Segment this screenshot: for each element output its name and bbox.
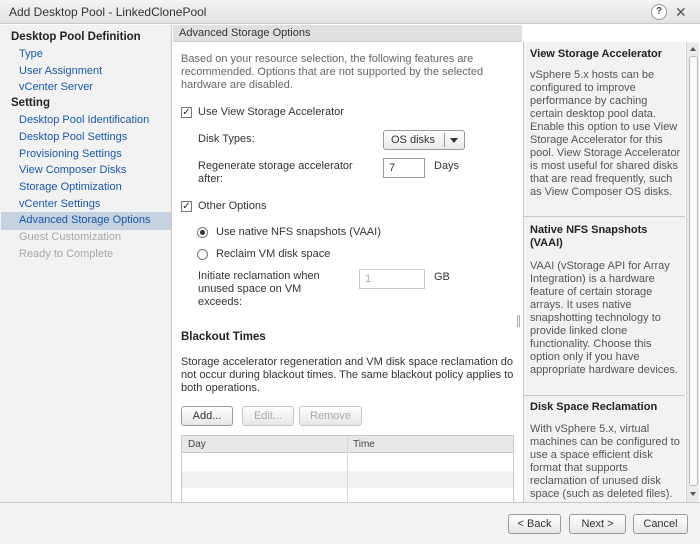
splitter-handle[interactable] — [517, 315, 520, 327]
chevron-down-icon — [450, 138, 458, 143]
intro-text: Based on your resource selection, the fo… — [181, 53, 484, 91]
window-title: Add Desktop Pool - LinkedClonePool — [9, 5, 207, 19]
other-options-label: Other Options — [198, 200, 267, 212]
nav-item-pool-settings[interactable]: Desktop Pool Settings — [19, 131, 127, 143]
nav-item-ready-to-complete: Ready to Complete — [19, 248, 114, 260]
reclamation-threshold-input: 1 — [359, 269, 425, 289]
column-divider — [347, 436, 348, 502]
edit-blackout-button: Edit... — [242, 406, 294, 426]
disk-types-label: Disk Types: — [198, 133, 255, 145]
nav-item-provisioning-settings[interactable]: Provisioning Settings — [19, 148, 122, 160]
nav-item-vcenter-settings[interactable]: vCenter Settings — [19, 198, 100, 210]
blackout-title: Blackout Times — [181, 331, 266, 343]
regen-unit: Days — [434, 160, 460, 172]
blackout-table: Day Time — [181, 435, 514, 502]
main-panel: Advanced Storage Options Based on your r… — [173, 25, 522, 502]
reclamation-threshold-label: Initiate reclamation when unused space o… — [198, 270, 320, 308]
nav-item-vcenter-server[interactable]: vCenter Server — [19, 81, 93, 93]
help-title-nfs: Native NFS Snapshots (VAAI) — [530, 224, 648, 249]
help-icon[interactable]: ? — [651, 4, 667, 20]
help-divider — [524, 216, 685, 217]
help-title-accelerator: View Storage Accelerator — [530, 48, 663, 60]
help-panel: View Storage Accelerator vSphere 5.x hos… — [523, 42, 685, 502]
scroll-down-icon[interactable] — [690, 492, 696, 496]
reclamation-unit: GB — [434, 271, 450, 283]
help-scrollbar[interactable] — [686, 42, 699, 502]
nav-item-user-assignment[interactable]: User Assignment — [19, 65, 102, 77]
nav-item-advanced-storage-options[interactable]: Advanced Storage Options — [19, 214, 150, 226]
add-blackout-button[interactable]: Add... — [181, 406, 233, 426]
panel-header: Advanced Storage Options — [173, 25, 522, 42]
nav-item-type[interactable]: Type — [19, 48, 43, 60]
help-body-nfs: VAAI (vStorage API for Array Integration… — [530, 260, 678, 376]
nav-section-definition: Desktop Pool Definition — [11, 31, 141, 43]
native-nfs-label: Use native NFS snapshots (VAAI) — [216, 226, 381, 238]
disk-types-value: OS disks — [391, 134, 436, 146]
scroll-thumb[interactable] — [689, 56, 698, 486]
regen-label: Regenerate storage accelerator after: — [198, 160, 353, 185]
help-title-reclamation: Disk Space Reclamation — [530, 401, 658, 413]
accelerator-label: Use View Storage Accelerator — [198, 106, 344, 118]
help-body-reclamation: With vSphere 5.x, virtual machines can b… — [530, 423, 680, 500]
back-button[interactable]: < Back — [508, 514, 561, 534]
nav-section-setting: Setting — [11, 97, 50, 109]
regen-days-input[interactable]: 7 — [383, 158, 425, 178]
native-nfs-radio[interactable] — [197, 227, 208, 238]
next-button[interactable]: Next > — [569, 514, 626, 534]
dropdown-divider — [444, 133, 445, 147]
column-day: Day — [188, 439, 206, 450]
wizard-nav: Desktop Pool Definition Type User Assign… — [0, 25, 172, 502]
disk-types-select[interactable]: OS disks — [383, 130, 465, 150]
column-time: Time — [353, 439, 375, 450]
other-options-checkbox[interactable]: ✓ — [181, 201, 192, 212]
scroll-up-icon[interactable] — [690, 47, 696, 51]
blackout-description: Storage accelerator regeneration and VM … — [181, 356, 514, 394]
cancel-button[interactable]: Cancel — [633, 514, 688, 534]
remove-blackout-button: Remove — [299, 406, 362, 426]
nav-item-pool-identification[interactable]: Desktop Pool Identification — [19, 114, 149, 126]
reclaim-radio[interactable] — [197, 249, 208, 260]
nav-item-view-composer-disks[interactable]: View Composer Disks — [19, 164, 126, 176]
help-body-accelerator: vSphere 5.x hosts can be configured to i… — [530, 69, 681, 198]
close-icon[interactable]: ✕ — [675, 3, 687, 21]
help-divider — [524, 395, 685, 396]
nav-item-guest-customization: Guest Customization — [19, 231, 122, 243]
footer: < Back Next > Cancel — [0, 502, 700, 544]
title-bar: Add Desktop Pool - LinkedClonePool ? ✕ — [0, 0, 700, 24]
nav-item-storage-optimization[interactable]: Storage Optimization — [19, 181, 122, 193]
reclaim-label: Reclaim VM disk space — [216, 248, 331, 260]
accelerator-checkbox[interactable]: ✓ — [181, 107, 192, 118]
